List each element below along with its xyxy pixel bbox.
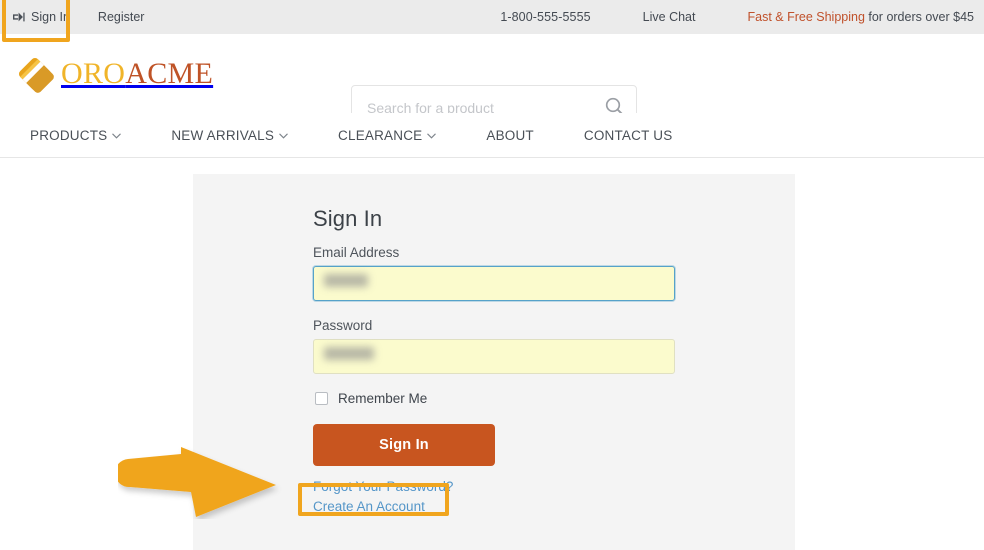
oro-diamond-logo-icon bbox=[16, 55, 54, 93]
live-chat-link[interactable]: Live Chat bbox=[617, 10, 722, 24]
create-an-account-link[interactable]: Create An Account bbox=[313, 499, 425, 514]
logo-wordmark-secondary: ACME bbox=[125, 57, 214, 90]
chevron-down-icon bbox=[279, 131, 288, 141]
register-topbar-link[interactable]: Register bbox=[84, 0, 159, 34]
logo-wordmark: OROACME bbox=[61, 59, 213, 89]
logo-wordmark-primary: ORO bbox=[61, 57, 126, 90]
password-field-group: Password bbox=[313, 318, 678, 374]
nav-item-products-label: PRODUCTS bbox=[30, 127, 108, 143]
sign-in-panel: Sign In Email Address Password Remember … bbox=[193, 174, 795, 550]
main-navigation: PRODUCTS NEW ARRIVALS CLEARANCE ABOUT CO… bbox=[0, 113, 984, 158]
sign-in-arrow-icon bbox=[13, 11, 25, 23]
email-field[interactable] bbox=[313, 266, 675, 301]
nav-item-about-label: ABOUT bbox=[486, 127, 534, 143]
sign-in-submit-button[interactable]: Sign In bbox=[313, 424, 495, 466]
register-topbar-label: Register bbox=[97, 10, 145, 24]
sign-in-topbar-label: Sign In bbox=[31, 10, 70, 24]
sign-in-topbar-link[interactable]: Sign In bbox=[0, 0, 84, 34]
email-field-group: Email Address bbox=[313, 245, 678, 301]
nav-item-contact-us[interactable]: CONTACT US bbox=[584, 128, 697, 143]
password-field-label: Password bbox=[313, 318, 373, 333]
chevron-down-icon bbox=[427, 131, 437, 141]
shipping-promo-rest: for orders over $45 bbox=[864, 10, 974, 24]
nav-item-new-arrivals[interactable]: NEW ARRIVALS bbox=[171, 128, 312, 143]
nav-item-products[interactable]: PRODUCTS bbox=[30, 128, 145, 143]
nav-item-new-arrivals-label: NEW ARRIVALS bbox=[171, 127, 275, 143]
phone-number: 1-800-555-5555 bbox=[500, 10, 591, 24]
nav-item-contact-us-label: CONTACT US bbox=[583, 127, 673, 143]
nav-item-clearance-label: CLEARANCE bbox=[338, 127, 423, 143]
forgot-password-link[interactable]: Forgot Your Password? bbox=[313, 479, 453, 494]
nav-item-clearance[interactable]: CLEARANCE bbox=[338, 128, 460, 143]
brand-row: OROACME bbox=[0, 34, 984, 130]
utility-topbar: Sign In Register 1-800-555-5555 Live Cha… bbox=[0, 0, 984, 34]
sign-in-form: Sign In Email Address Password Remember … bbox=[313, 206, 678, 519]
shipping-promo-highlight: Fast & Free Shipping bbox=[747, 10, 865, 24]
page-root: Sign In Register 1-800-555-5555 Live Cha… bbox=[0, 0, 984, 550]
password-field[interactable] bbox=[313, 339, 675, 374]
site-logo[interactable]: OROACME bbox=[16, 55, 213, 93]
email-field-label: Email Address bbox=[313, 245, 400, 260]
live-chat-label: Live Chat bbox=[642, 10, 696, 24]
topbar-left-links: Sign In Register bbox=[0, 0, 158, 34]
chevron-down-icon bbox=[112, 131, 122, 141]
page-title: Sign In bbox=[313, 206, 383, 231]
nav-item-about[interactable]: ABOUT bbox=[486, 128, 558, 143]
remember-me-row[interactable]: Remember Me bbox=[315, 391, 678, 406]
topbar-right-links: 1-800-555-5555 Live Chat Fast & Free Shi… bbox=[474, 0, 984, 34]
remember-me-checkbox[interactable] bbox=[315, 392, 328, 405]
auth-links: Forgot Your Password? Create An Account bbox=[313, 479, 678, 514]
remember-me-label: Remember Me bbox=[338, 391, 428, 406]
shipping-promo-banner: Fast & Free Shipping for orders over $45 bbox=[721, 10, 974, 24]
